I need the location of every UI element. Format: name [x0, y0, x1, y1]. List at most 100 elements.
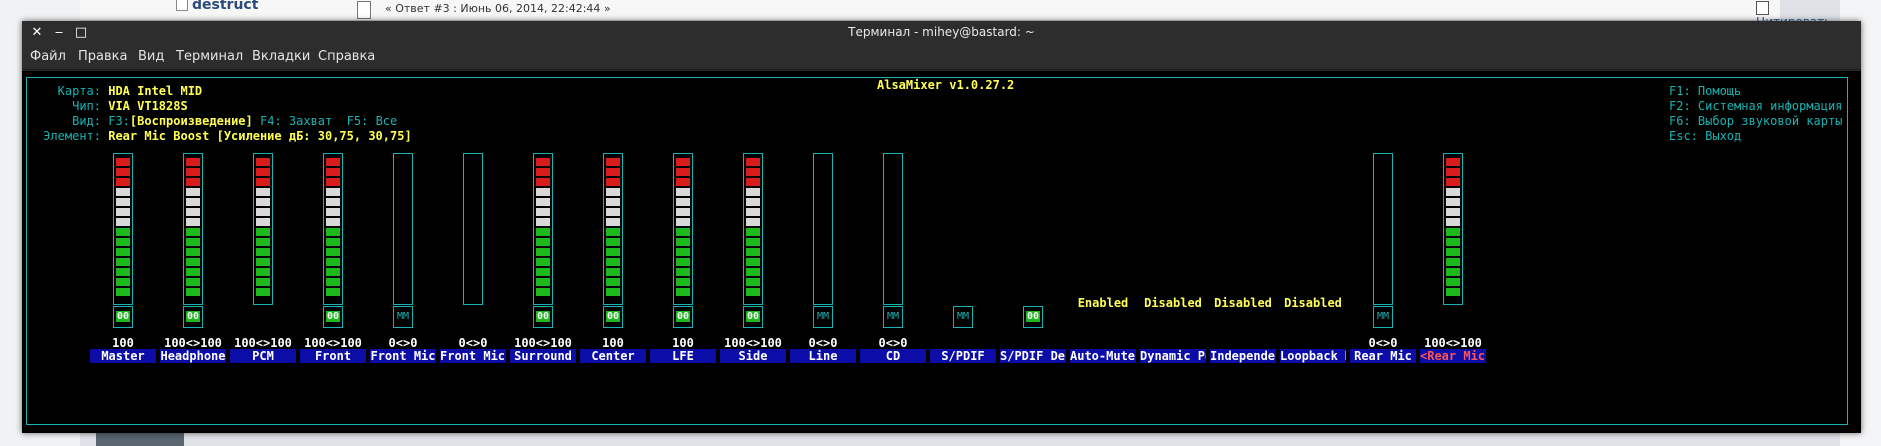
menu-edit[interactable]: Правка [78, 49, 127, 64]
meter-segment [1446, 208, 1460, 216]
meter-segment [116, 288, 130, 296]
meter-segment [676, 258, 690, 266]
channel-name[interactable]: Center [580, 349, 646, 363]
background-forum-user[interactable]: destruct [176, 0, 258, 13]
menu-file[interactable]: Файл [30, 49, 66, 64]
channel-name[interactable]: PCM [230, 349, 296, 363]
meter-segment [256, 218, 270, 226]
mute-state: 00 [675, 311, 691, 322]
channel-name[interactable]: S/PDIF [930, 349, 996, 363]
mute-toggle[interactable]: MM [883, 306, 903, 328]
quote-icon [1756, 0, 1769, 15]
volume-meter[interactable] [393, 153, 413, 305]
channel-name[interactable]: Auto-Mute M [1070, 349, 1136, 363]
mute-toggle[interactable]: MM [393, 306, 413, 328]
meter-segment [536, 208, 550, 216]
volume-meter[interactable] [533, 153, 553, 305]
channel-name[interactable]: <Rear Mic Bo> [1420, 349, 1486, 363]
channel-name[interactable]: Front Mic [370, 349, 436, 363]
channel-name[interactable]: Dynamic Pow [1140, 349, 1206, 363]
meter-segment [326, 188, 340, 196]
meter-segment [186, 168, 200, 176]
enum-value[interactable]: Disabled [1278, 296, 1348, 310]
meter-segment [746, 218, 760, 226]
mute-toggle[interactable]: 00 [183, 306, 203, 328]
meter-segment [186, 288, 200, 296]
channel-name[interactable]: S/PDIF Defa [1000, 349, 1066, 363]
mute-state: MM [956, 311, 970, 322]
meter-segment [256, 288, 270, 296]
meter-segment [186, 258, 200, 266]
meter-segment [116, 258, 130, 266]
mute-toggle[interactable]: MM [813, 306, 833, 328]
channel-name[interactable]: Loopback Mi [1280, 349, 1346, 363]
meter-segment [186, 178, 200, 186]
mute-toggle[interactable]: 00 [1023, 306, 1043, 328]
meter-segment [746, 158, 760, 166]
meter-segment [536, 178, 550, 186]
channel-name[interactable]: Line [790, 349, 856, 363]
mute-toggle[interactable]: 00 [113, 306, 133, 328]
background-post-reference: « Ответ #3 : Июнь 06, 2014, 22:42:44 » [385, 2, 611, 15]
channel-name[interactable]: Headphone [160, 349, 226, 363]
meter-segment [676, 198, 690, 206]
mute-toggle[interactable]: 00 [603, 306, 623, 328]
menu-tabs[interactable]: Вкладки [252, 49, 310, 64]
mute-state: MM [816, 311, 830, 322]
meter-segment [746, 268, 760, 276]
volume-meter[interactable] [1373, 153, 1393, 305]
channel-value: 0<>0 [1368, 336, 1398, 350]
volume-meter[interactable] [673, 153, 693, 305]
volume-meter[interactable] [883, 153, 903, 305]
meter-segment [746, 198, 760, 206]
meter-segment [536, 258, 550, 266]
meter-segment [1446, 248, 1460, 256]
volume-meter[interactable] [463, 153, 483, 305]
menu-view[interactable]: Вид [138, 49, 164, 64]
volume-meter[interactable] [1443, 153, 1463, 305]
checkbox-icon[interactable] [176, 0, 188, 11]
channel-name[interactable]: LFE [650, 349, 716, 363]
mute-toggle[interactable]: 00 [323, 306, 343, 328]
channel-name[interactable]: Surround [510, 349, 576, 363]
volume-meter[interactable] [253, 153, 273, 305]
mute-toggle[interactable]: 00 [673, 306, 693, 328]
channel-value: 100<>100 [304, 336, 362, 350]
enum-value[interactable]: Disabled [1138, 296, 1208, 310]
meter-segment [676, 238, 690, 246]
menu-help[interactable]: Справка [318, 49, 375, 64]
volume-meter[interactable] [743, 153, 763, 305]
terminal-area[interactable]: AlsaMixer v1.0.27.2 Карта: HDA Intel MID… [22, 71, 1861, 433]
mute-toggle[interactable]: 00 [533, 306, 553, 328]
enum-value[interactable]: Disabled [1208, 296, 1278, 310]
meter-segment [186, 278, 200, 286]
menu-terminal[interactable]: Терминал [176, 49, 243, 64]
volume-meter[interactable] [183, 153, 203, 305]
enum-value[interactable]: Enabled [1068, 296, 1138, 310]
terminal-window: ✕ ‒ □ Терминал - mihey@bastard: ~ Файл П… [22, 21, 1861, 433]
meter-segment [186, 208, 200, 216]
mute-state: 00 [1025, 311, 1041, 322]
meter-segment [746, 168, 760, 176]
volume-meter[interactable] [603, 153, 623, 305]
channel-name[interactable]: Front Mic B [440, 349, 506, 363]
channel-name[interactable]: Front [300, 349, 366, 363]
alsamixer-title: AlsaMixer v1.0.27.2 [871, 78, 1021, 92]
meter-segment [746, 188, 760, 196]
mute-toggle[interactable]: MM [953, 306, 973, 328]
meter-segment [256, 278, 270, 286]
channel-name[interactable]: CD [860, 349, 926, 363]
channel-name[interactable]: Rear Mic [1350, 349, 1416, 363]
window-titlebar[interactable]: ✕ ‒ □ Терминал - mihey@bastard: ~ [22, 21, 1861, 45]
volume-meter[interactable] [113, 153, 133, 305]
meter-segment [536, 248, 550, 256]
mute-toggle[interactable]: 00 [743, 306, 763, 328]
volume-meter[interactable] [323, 153, 343, 305]
channel-name[interactable]: Independent [1210, 349, 1276, 363]
info-view: Вид: F3:[Воспроизведение] F4: Захват F5:… [41, 114, 397, 128]
view-f3: F3: [108, 114, 130, 128]
volume-meter[interactable] [813, 153, 833, 305]
mute-toggle[interactable]: MM [1373, 306, 1393, 328]
channel-name[interactable]: Master [90, 349, 156, 363]
channel-name[interactable]: Side [720, 349, 786, 363]
